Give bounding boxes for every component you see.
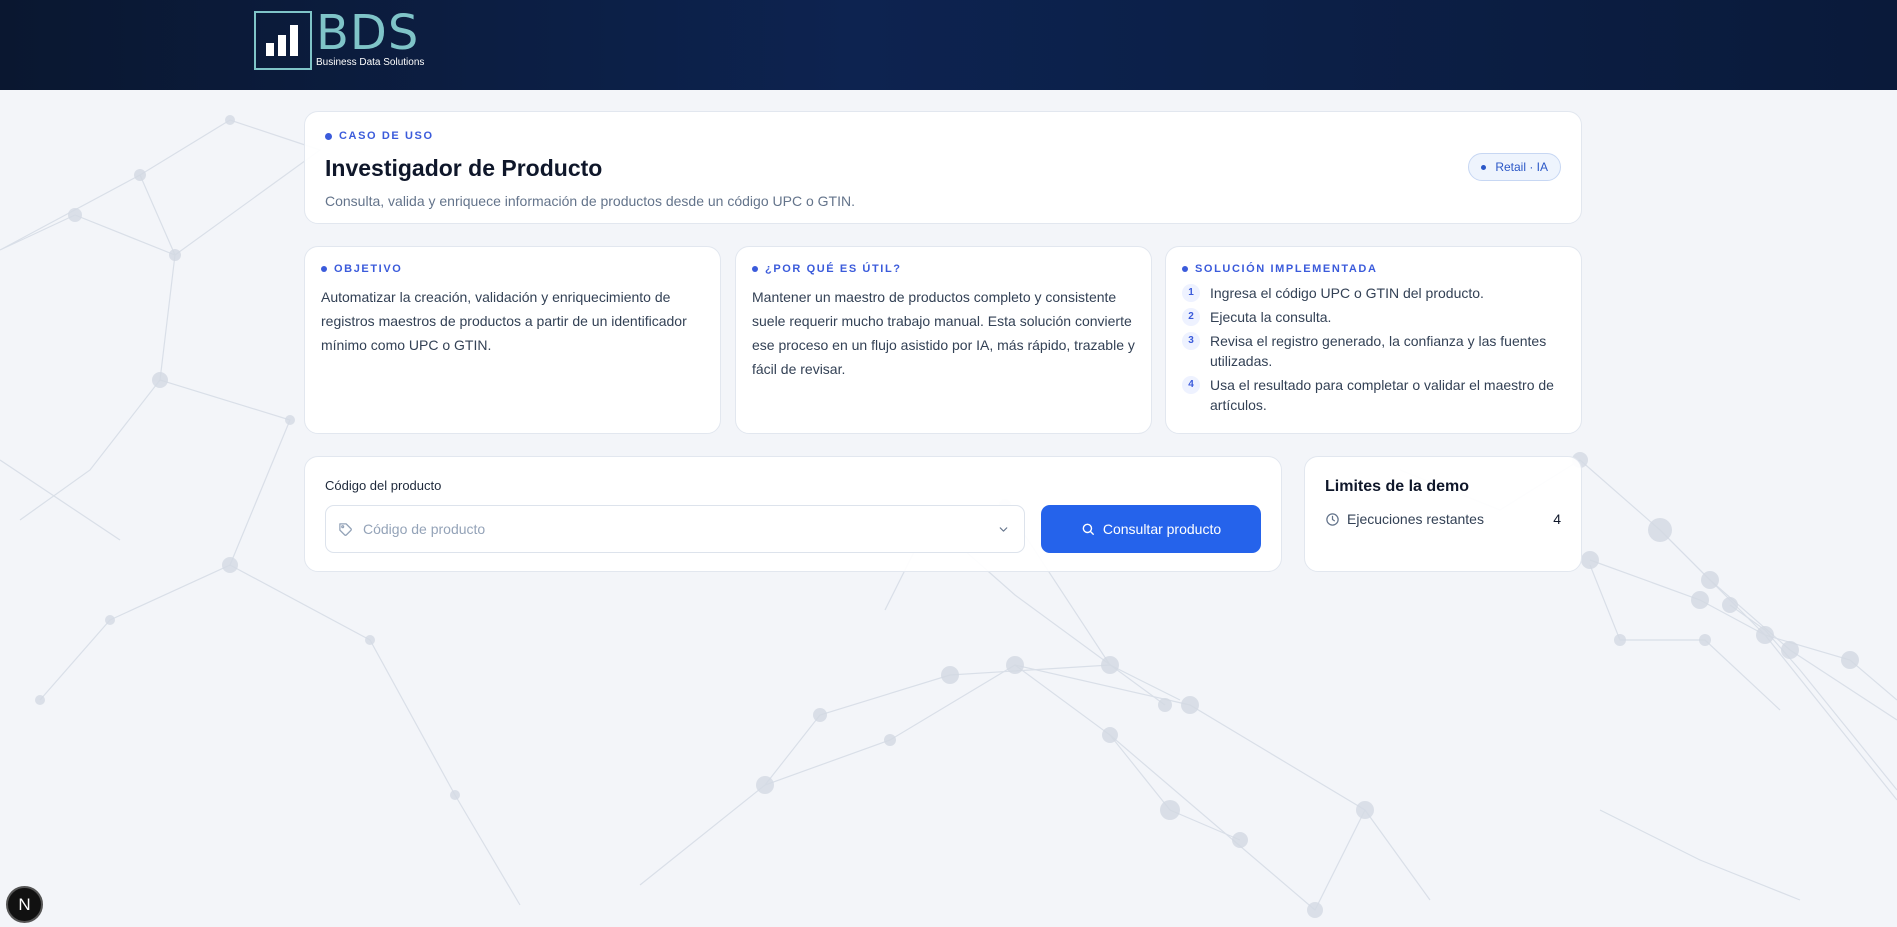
bullet-dot-icon xyxy=(325,132,332,140)
remaining-executions-value: 4 xyxy=(1553,511,1561,527)
why-useful-text: Mantener un maestro de productos complet… xyxy=(752,289,1135,377)
demo-limits-card: Limites de la demo Ejecuciones restantes… xyxy=(1304,456,1582,572)
top-header: BDS Business Data Solutions xyxy=(0,0,1897,90)
objective-card: OBJETIVO Automatizar la creación, valida… xyxy=(304,246,721,434)
step-text: Revisa el registro generado, la confianz… xyxy=(1210,333,1547,369)
objective-eyebrow: OBJETIVO xyxy=(321,263,704,275)
step-number: 3 xyxy=(1182,332,1200,350)
bar-chart-icon xyxy=(254,11,312,70)
list-item: 1 Ingresa el código UPC o GTIN del produc… xyxy=(1182,283,1565,303)
category-badge: Retail · IA xyxy=(1468,153,1561,181)
bullet-dot-icon xyxy=(1182,266,1188,272)
bullet-dot-icon xyxy=(321,266,327,272)
remaining-executions-label: Ejecuciones restantes xyxy=(1347,511,1484,527)
logo-tagline: Business Data Solutions xyxy=(316,57,425,68)
search-icon xyxy=(1082,523,1094,535)
bullet-dot-icon xyxy=(1481,164,1487,170)
why-useful-card: ¿POR QUÉ ES ÚTIL? Mantener un maestro de… xyxy=(735,246,1152,434)
product-code-combobox[interactable] xyxy=(325,505,1025,553)
logo-wordmark: BDS xyxy=(316,5,420,61)
step-number: 1 xyxy=(1182,284,1200,302)
chevron-down-icon[interactable] xyxy=(997,523,1010,536)
solution-eyebrow: SOLUCIÓN IMPLEMENTADA xyxy=(1182,263,1565,275)
step-text: Ejecuta la consulta. xyxy=(1210,309,1332,325)
objective-text: Automatizar la creación, validación y en… xyxy=(321,289,687,353)
product-code-input[interactable] xyxy=(363,521,997,537)
step-number: 4 xyxy=(1182,376,1200,394)
dev-tools-badge[interactable]: N xyxy=(6,886,43,923)
product-code-label: Código del producto xyxy=(325,478,442,493)
tag-icon xyxy=(338,522,353,537)
step-text: Usa el resultado para completar o valida… xyxy=(1210,377,1554,413)
list-item: 4 Usa el resultado para completar o valid… xyxy=(1182,375,1565,415)
solution-steps: 1 Ingresa el código UPC o GTIN del produc… xyxy=(1182,283,1565,415)
remaining-executions-row: Ejecuciones restantes 4 xyxy=(1325,511,1561,527)
bds-logo[interactable]: BDS Business Data Solutions xyxy=(254,5,427,72)
page-subtitle: Consulta, valida y enriquece información… xyxy=(325,193,855,209)
why-useful-eyebrow: ¿POR QUÉ ES ÚTIL? xyxy=(752,263,1135,275)
consult-product-button[interactable]: Consultar producto xyxy=(1041,505,1261,553)
list-item: 3 Revisa el registro generado, la confian… xyxy=(1182,331,1565,371)
demo-limits-title: Limites de la demo xyxy=(1325,478,1470,495)
use-case-eyebrow: CASO DE USO xyxy=(325,130,1561,142)
list-item: 2 Ejecuta la consulta. xyxy=(1182,307,1565,327)
query-card: Código del producto Consultar producto xyxy=(304,456,1282,572)
solution-card: SOLUCIÓN IMPLEMENTADA 1 Ingresa el código… xyxy=(1165,246,1582,434)
step-number: 2 xyxy=(1182,308,1200,326)
page-title: Investigador de Producto xyxy=(325,155,603,181)
clock-icon xyxy=(1326,512,1339,526)
step-text: Ingresa el código UPC o GTIN del product… xyxy=(1210,285,1484,301)
use-case-card: CASO DE USO Investigador de Producto Con… xyxy=(304,111,1582,224)
bullet-dot-icon xyxy=(752,266,758,272)
